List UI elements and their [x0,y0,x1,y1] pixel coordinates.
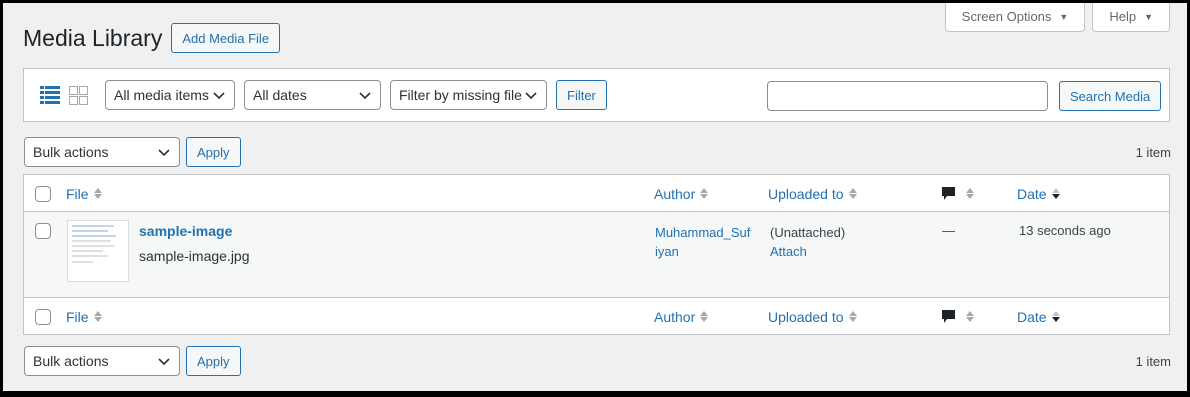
missing-file-select[interactable]: Filter by missing file [390,80,547,110]
column-header-date[interactable]: Date [1017,298,1060,335]
sort-icon [700,188,709,199]
select-all-checkbox[interactable] [35,308,51,325]
sort-icon [966,311,974,322]
column-header-uploaded-to[interactable]: Uploaded to [768,298,857,335]
screen-meta-links: Screen Options ▼ Help ▼ [944,3,1170,32]
tablenav-bottom: Bulk actions Apply 1 item [24,346,1171,376]
column-header-date[interactable]: Date [1017,175,1060,212]
search-media-button[interactable]: Search Media [1059,81,1162,111]
page-title: Media Library [23,25,163,51]
sort-desc-icon [1051,311,1060,322]
attach-link[interactable]: Attach [770,244,807,259]
column-header-comments[interactable] [941,298,974,335]
chevron-down-icon [213,92,225,100]
unattached-status: (Unattached) [770,225,846,240]
add-media-file-button[interactable]: Add Media File [171,23,281,53]
table-header: File Author Uploaded to Date [24,175,1169,212]
column-header-uploaded-to[interactable]: Uploaded to [768,175,857,212]
column-label-date: Date [1017,185,1047,202]
sort-icon [700,311,709,322]
bulk-actions-value: Bulk actions [33,353,109,369]
media-title-link[interactable]: sample-image [139,223,232,239]
bulk-actions-value: Bulk actions [33,144,109,160]
bulk-actions-select[interactable]: Bulk actions [24,137,180,167]
select-all-checkbox[interactable] [35,185,51,202]
comments-count: — [942,223,955,238]
media-filename: sample-image.jpg [139,248,250,264]
media-library-page: Screen Options ▼ Help ▼ Media Library Ad… [3,3,1187,391]
column-header-comments[interactable] [941,175,974,212]
column-header-author[interactable]: Author [654,298,709,335]
date-select[interactable]: All dates [244,80,381,110]
grid-view-icon[interactable] [68,85,89,106]
caret-down-icon: ▼ [1144,11,1153,22]
chevron-down-icon [359,92,371,100]
column-label-uploaded-to: Uploaded to [768,185,844,202]
upload-date: 13 seconds ago [1019,223,1111,238]
help-label: Help [1109,9,1137,24]
screen-options-button[interactable]: Screen Options ▼ [944,3,1086,32]
media-table: File Author Uploaded to Date sample-imag… [23,174,1170,335]
apply-button[interactable]: Apply [186,346,241,376]
comment-icon [942,309,955,323]
chevron-down-icon [158,149,170,157]
row-checkbox[interactable] [35,223,51,239]
media-filter-bar: All media items All dates Filter by miss… [23,68,1170,122]
filter-button[interactable]: Filter [556,80,607,110]
list-view-icon[interactable] [39,85,60,106]
sort-icon [966,188,974,199]
table-footer: File Author Uploaded to Date [24,297,1169,334]
media-type-select[interactable]: All media items [105,80,235,110]
select-all-cell [35,298,51,335]
help-button[interactable]: Help ▼ [1092,3,1170,32]
item-count: 1 item [1135,144,1171,160]
uploaded-to-cell: (Unattached) Attach [770,223,845,261]
column-header-file[interactable]: File [66,298,102,335]
date-value: All dates [253,87,307,103]
apply-button[interactable]: Apply [186,137,241,167]
media-thumbnail[interactable] [67,220,129,282]
sort-icon [848,188,857,199]
item-count: 1 item [1135,353,1171,369]
search-media-input[interactable] [767,81,1048,111]
column-label-file: File [66,308,89,325]
page-heading: Media Library Add Media File [23,23,281,53]
sort-icon [93,188,102,199]
tablenav-top: Bulk actions Apply 1 item [24,137,1171,167]
column-label-file: File [66,185,89,202]
column-label-date: Date [1017,308,1047,325]
author-link[interactable]: Muhammad_Sufiyan [655,223,751,261]
chevron-down-icon [158,358,170,366]
view-switch [39,85,89,106]
select-all-cell [35,175,51,212]
column-header-file[interactable]: File [66,175,102,212]
caret-down-icon: ▼ [1059,11,1069,22]
sort-icon [848,311,857,322]
sort-icon [93,311,102,322]
column-header-author[interactable]: Author [654,175,709,212]
column-label-author: Author [654,308,696,325]
table-row: sample-image sample-image.jpg Muhammad_S… [24,212,1169,298]
chevron-down-icon [525,92,537,100]
media-type-value: All media items [114,87,209,103]
screen-options-label: Screen Options [961,9,1052,24]
bulk-actions-select[interactable]: Bulk actions [24,346,180,376]
column-label-author: Author [654,185,696,202]
column-label-uploaded-to: Uploaded to [768,308,844,325]
comment-icon [942,186,955,200]
missing-file-value: Filter by missing file [399,87,522,103]
sort-desc-icon [1051,188,1060,199]
